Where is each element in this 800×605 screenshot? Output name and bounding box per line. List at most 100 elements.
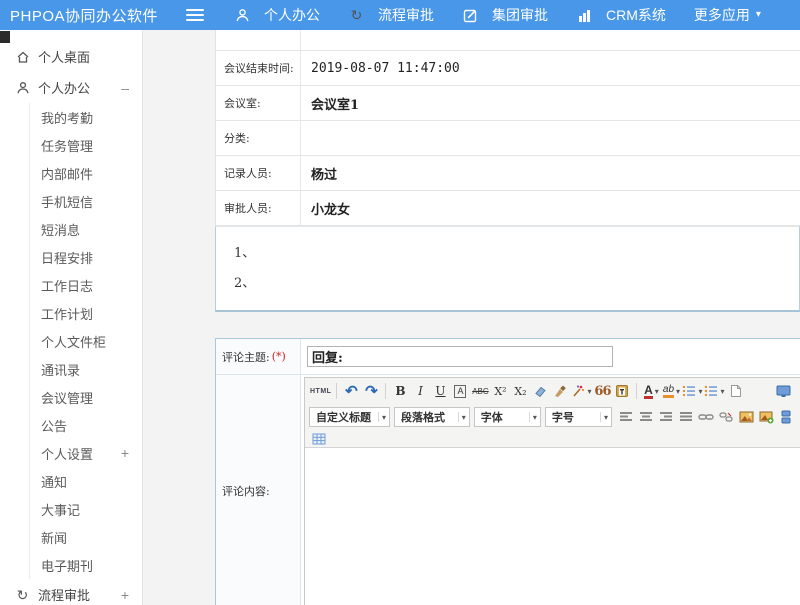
undo-button[interactable]: ↶: [342, 381, 360, 401]
top-nav: 个人办公 ↻ 流程审批 集团审批 CRM系统 更多应用 ▾: [234, 5, 761, 25]
align-justify-icon[interactable]: [677, 407, 695, 427]
font-color-button[interactable]: A ▾: [642, 381, 660, 401]
field-label: 分类:: [216, 121, 301, 155]
sidebar-subitem-label: 新闻: [41, 528, 67, 547]
subscript-button[interactable]: X₂: [511, 381, 529, 401]
sidebar-subitem[interactable]: 会议管理: [30, 383, 142, 411]
format-brush-icon[interactable]: [551, 381, 569, 401]
field-label: 会议结束时间:: [216, 51, 301, 85]
bold-button[interactable]: B: [391, 381, 409, 401]
sidebar-subitem[interactable]: 手机短信: [30, 187, 142, 215]
sidebar-submenu: 我的考勤 任务管理 内部邮件 手机短信: [29, 103, 142, 579]
table-icon[interactable]: [310, 429, 328, 449]
image-add-icon[interactable]: [757, 407, 775, 427]
sidebar-item-desktop[interactable]: 个人桌面: [0, 41, 142, 72]
blockquote-button[interactable]: 66: [593, 381, 611, 401]
sidebar-item-label: 个人办公: [38, 78, 90, 97]
table-rows: 会议结束时间: 2019-08-07 11:47:00 会议室: 会议室1 分类…: [216, 51, 800, 226]
sidebar-subitem[interactable]: 短消息: [30, 215, 142, 243]
field-label: [216, 30, 301, 50]
editor-cell: HTML ↶ ↷ B I U A ABC X² X₂: [301, 375, 800, 605]
italic-button[interactable]: I: [411, 381, 429, 401]
ordered-list-icon[interactable]: ▾: [682, 381, 702, 401]
sidebar-subitem[interactable]: 任务管理: [30, 131, 142, 159]
strikethrough-button[interactable]: ABC: [471, 381, 489, 401]
caret-down-icon: ▾: [720, 387, 724, 396]
highlight-button[interactable]: ab ▾: [662, 381, 680, 401]
font-box-button[interactable]: A: [454, 385, 466, 398]
new-document-icon[interactable]: [727, 381, 745, 401]
image-icon[interactable]: [737, 407, 755, 427]
sidebar-subitem[interactable]: 工作日志: [30, 271, 142, 299]
source-code-button[interactable]: HTML: [310, 381, 331, 401]
field-value: [301, 30, 311, 50]
hamburger-menu-icon[interactable]: [186, 9, 204, 21]
sidebar-subitem[interactable]: 我的考勤: [30, 103, 142, 131]
heading-select[interactable]: 自定义标题 ▾: [309, 407, 390, 427]
media-icon[interactable]: [777, 407, 795, 427]
eraser-icon[interactable]: [531, 381, 549, 401]
redo-button[interactable]: ↷: [362, 381, 380, 401]
align-right-icon[interactable]: [657, 407, 675, 427]
toolbar-separator: [336, 383, 337, 399]
collapse-toggle-icon[interactable]: –: [121, 80, 129, 96]
caret-down-icon: ▾: [698, 387, 702, 396]
caret-down-icon: ▾: [756, 10, 761, 20]
link-icon[interactable]: [697, 407, 715, 427]
nav-personal-office[interactable]: 个人办公: [234, 5, 320, 25]
sidebar-subitem[interactable]: 通讯录: [30, 355, 142, 383]
expand-toggle-icon[interactable]: +: [121, 445, 129, 461]
paragraph-format-select[interactable]: 段落格式 ▾: [394, 407, 470, 427]
superscript-button[interactable]: X²: [491, 381, 509, 401]
sidebar-subitem[interactable]: 个人文件柜: [30, 327, 142, 355]
editor-content-area[interactable]: [305, 448, 800, 605]
sidebar-item-workflow-approval[interactable]: ↻ 流程审批 +: [0, 579, 142, 605]
sidebar-subitem[interactable]: 电子期刊: [30, 551, 142, 579]
align-center-icon[interactable]: [637, 407, 655, 427]
paste-text-icon[interactable]: [613, 381, 631, 401]
underline-button[interactable]: U: [431, 381, 449, 401]
unordered-list-icon[interactable]: ▾: [704, 381, 724, 401]
nav-group-approval[interactable]: 集团审批: [462, 5, 548, 25]
app-logo: PHPOA协同办公软件: [0, 5, 186, 26]
comment-subject-label: 评论主题: (*): [216, 339, 301, 374]
magic-wand-icon[interactable]: ▾: [571, 381, 591, 401]
sidebar-subitem[interactable]: 个人设置 +: [30, 439, 142, 467]
sidebar-subitem[interactable]: 新闻: [30, 523, 142, 551]
nav-label: 个人办公: [264, 5, 320, 25]
person-icon: [234, 8, 251, 23]
sidebar-subitem[interactable]: 日程安排: [30, 243, 142, 271]
editor-toolbar-row2: 自定义标题 ▾ 段落格式 ▾ 字体 ▾: [305, 404, 800, 430]
sidebar-subitem-label: 日程安排: [41, 248, 93, 267]
nav-crm-system[interactable]: CRM系统: [576, 5, 666, 25]
sidebar-subitem[interactable]: 公告: [30, 411, 142, 439]
sidebar-subitem-label: 我的考勤: [41, 108, 93, 127]
nav-label: 更多应用: [694, 5, 750, 25]
topbar: PHPOA协同办公软件 个人办公 ↻ 流程审批 集团审批 CRM系统 更多应用: [0, 0, 800, 30]
table-row: 会议结束时间: 2019-08-07 11:47:00: [216, 51, 800, 86]
font-size-select[interactable]: 字号 ▾: [545, 407, 612, 427]
sidebar-subitem-label: 电子期刊: [41, 556, 93, 575]
font-family-select[interactable]: 字体 ▾: [474, 407, 541, 427]
nav-more-apps[interactable]: 更多应用 ▾: [694, 5, 761, 25]
sidebar: 个人桌面 个人办公 – 我的考勤 任务管理: [0, 30, 143, 605]
align-left-icon[interactable]: [617, 407, 635, 427]
nav-label: 流程审批: [378, 5, 434, 25]
caret-down-icon: ▾: [587, 387, 591, 396]
field-value: 会议室1: [301, 86, 359, 120]
editor-toolbar-row3: [305, 430, 800, 448]
nav-workflow-approval[interactable]: ↻ 流程审批: [348, 5, 434, 25]
sidebar-subitem[interactable]: 大事记: [30, 495, 142, 523]
sidebar-item-personal-office[interactable]: 个人办公 –: [0, 72, 142, 103]
fullscreen-icon[interactable]: [774, 381, 792, 401]
content-line: 1、: [234, 242, 799, 261]
sidebar-subitem[interactable]: 工作计划: [30, 299, 142, 327]
editor-toolbar-row1: HTML ↶ ↷ B I U A ABC X² X₂: [305, 378, 800, 404]
caret-down-icon: ▾: [378, 412, 386, 422]
sidebar-subitem[interactable]: 内部邮件: [30, 159, 142, 187]
expand-toggle-icon[interactable]: +: [121, 587, 129, 603]
table-row: 会议室: 会议室1: [216, 86, 800, 121]
sidebar-subitem[interactable]: 通知: [30, 467, 142, 495]
comment-subject-input[interactable]: [307, 346, 613, 367]
unlink-icon[interactable]: [717, 407, 735, 427]
